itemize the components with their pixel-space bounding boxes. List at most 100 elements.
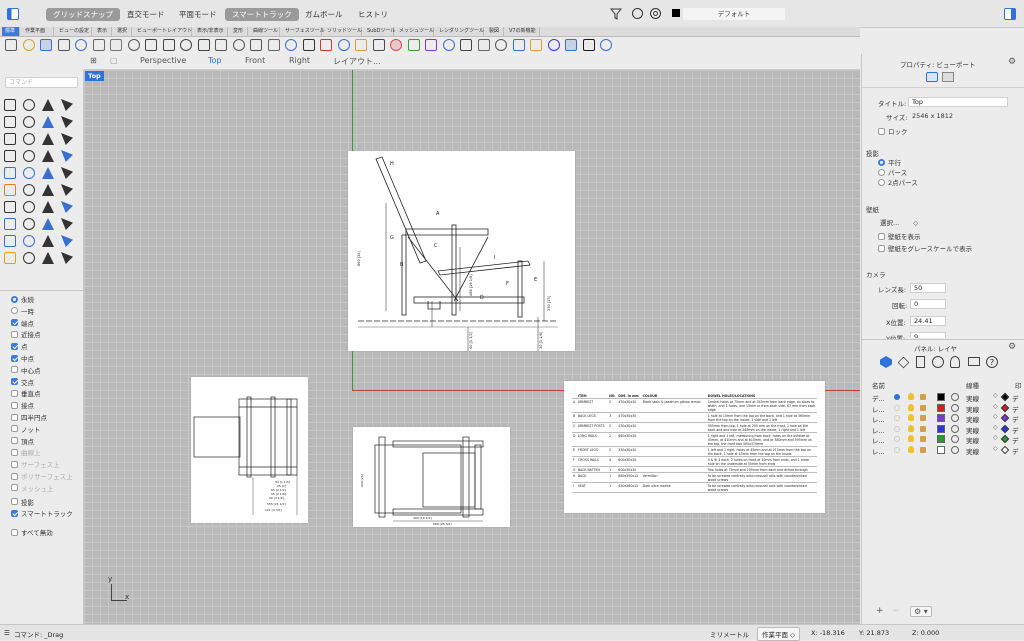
layers-tab-icon[interactable] — [880, 356, 892, 368]
layers-options-icon[interactable]: ⚙ — [1008, 342, 1016, 352]
tool-8-1-icon[interactable] — [23, 235, 35, 247]
command-input[interactable]: コマンド — [5, 77, 78, 88]
smarttrack-toggle[interactable]: スマートトラック — [225, 8, 299, 21]
cube-icon[interactable] — [582, 39, 595, 51]
tool-8-3-icon[interactable] — [61, 235, 73, 247]
materials-icon[interactable] — [425, 39, 437, 51]
tool-1-1-icon[interactable] — [23, 116, 35, 128]
tab-toolbar-5[interactable]: ビューポートレイアウト — [134, 27, 192, 36]
tab-right[interactable]: Right — [289, 56, 310, 65]
shaded-icon[interactable] — [390, 39, 402, 51]
tool-5-3-icon[interactable] — [61, 184, 73, 196]
tool-8-0-icon[interactable] — [4, 235, 16, 247]
tool-2-1-icon[interactable] — [23, 133, 35, 145]
help-icon[interactable] — [600, 39, 612, 51]
viewport-single-icon[interactable]: ▢ — [110, 56, 118, 65]
light-icon[interactable] — [950, 356, 960, 368]
tool-0-1-icon[interactable] — [23, 99, 35, 111]
lock-checkbox[interactable]: ロック — [878, 126, 908, 136]
rotation-field[interactable]: 0 — [910, 299, 946, 309]
osnap-3[interactable]: 近接点 — [11, 329, 41, 339]
title-field[interactable]: Top — [908, 97, 1008, 107]
current-layer-swatch[interactable] — [672, 9, 680, 17]
copy-icon[interactable] — [110, 39, 122, 51]
properties-icon[interactable] — [460, 39, 472, 51]
tool-1-3-icon[interactable] — [61, 116, 73, 128]
tool-9-0-icon[interactable] — [4, 252, 16, 264]
tool-9-1-icon[interactable] — [23, 252, 35, 264]
tool-9-2-icon[interactable] — [42, 252, 54, 264]
tool-1-0-icon[interactable] — [4, 116, 16, 128]
xpos-field[interactable]: 24.41 — [910, 316, 946, 326]
tool-0-0-icon[interactable] — [4, 99, 16, 111]
tab-toolbar-14[interactable]: 製図 — [486, 27, 504, 36]
layer-row[interactable]: レ... 実線 ◇ デ — [862, 434, 1024, 445]
layer-icon[interactable] — [372, 39, 385, 51]
wrench-icon[interactable] — [512, 39, 525, 51]
osnap-8[interactable]: 垂直点 — [11, 388, 41, 398]
grid-icon[interactable] — [355, 39, 367, 51]
tab-toolbar-1[interactable]: 作業平面 — [22, 27, 54, 36]
tool-2-0-icon[interactable] — [4, 133, 16, 145]
sidebar-toggle-right-icon[interactable] — [1004, 8, 1016, 20]
cplane-select[interactable]: 作業平面 ◇ — [757, 627, 801, 641]
render-icon[interactable] — [320, 39, 332, 51]
osnap-9[interactable]: 接点 — [11, 400, 34, 410]
tool-6-0-icon[interactable] — [4, 201, 16, 213]
planar-toggle[interactable]: 平面モード — [172, 8, 224, 21]
save-icon[interactable] — [40, 39, 52, 51]
osnap-0[interactable]: 永続 — [11, 294, 34, 304]
layer-row[interactable]: レ... 実線 ◇ デ — [862, 424, 1024, 435]
wireframe-icon[interactable] — [407, 39, 420, 51]
tab-toolbar-8[interactable]: 曲線ツール — [250, 27, 280, 36]
layer-state-icon[interactable] — [632, 8, 643, 19]
tab-front[interactable]: Front — [245, 56, 265, 65]
remove-layer-button[interactable]: − — [892, 606, 900, 616]
document-icon[interactable] — [916, 356, 925, 368]
top-viewport[interactable]: Top H A G C B I F E D 860 [34] 488 [19 1… — [84, 70, 860, 624]
command-history-icon[interactable]: ☰ — [4, 629, 10, 637]
object-tab-icon[interactable] — [942, 72, 954, 82]
tool-6-3-icon[interactable] — [61, 201, 73, 213]
tab-toolbar-6[interactable]: 表示/非表示 — [194, 27, 228, 36]
gem-icon[interactable] — [547, 39, 560, 51]
osnap-14[interactable]: サーフェス上 — [11, 459, 60, 469]
display-icon[interactable] — [968, 357, 980, 366]
top-view-icon[interactable] — [267, 39, 280, 51]
tool-0-2-icon[interactable] — [42, 99, 54, 111]
tool-7-1-icon[interactable] — [23, 218, 35, 230]
four-view-icon[interactable] — [285, 39, 297, 51]
layer-row[interactable]: レ... 実線 ◇ デ — [862, 445, 1024, 456]
osnap-2[interactable]: 端点 — [11, 318, 34, 328]
osnap-17[interactable]: 投影 — [11, 497, 34, 507]
tool-3-1-icon[interactable] — [23, 150, 35, 162]
tool-7-3-icon[interactable] — [61, 218, 73, 230]
tab-toolbar-3[interactable]: 表示 — [94, 27, 112, 36]
tab-toolbar-12[interactable]: メッシュツール — [396, 27, 434, 36]
tab-top[interactable]: Top — [208, 56, 222, 65]
tool-3-3-icon[interactable] — [61, 150, 73, 162]
camera-tab-icon[interactable] — [926, 72, 938, 82]
new-icon[interactable] — [5, 39, 17, 51]
texture-icon[interactable] — [442, 39, 455, 51]
layer-row[interactable]: デ... 実線 ◇ デ — [862, 392, 1024, 403]
open-icon[interactable] — [22, 39, 35, 51]
osnap-13[interactable]: 曲線上 — [11, 447, 41, 457]
viewport-label[interactable]: Top — [85, 71, 104, 81]
tab-toolbar-10[interactable]: ソリッドツール — [324, 27, 362, 36]
rotate-view-icon[interactable] — [180, 39, 192, 51]
zoom-extents-icon[interactable] — [232, 39, 245, 51]
projection-two-point[interactable]: 2点パース — [878, 177, 918, 187]
grid-snap-toggle[interactable]: グリッドスナップ — [46, 8, 120, 21]
current-layer-field[interactable]: デフォルト — [683, 8, 785, 20]
tool-9-3-icon[interactable] — [61, 252, 73, 264]
import-icon[interactable] — [75, 39, 87, 51]
history-toggle[interactable]: ヒストリ — [351, 8, 395, 21]
osnap-10[interactable]: 四半円点 — [11, 412, 47, 422]
wallpaper-select[interactable]: 選択... ◇ — [880, 217, 918, 227]
tab-toolbar-2[interactable]: ビューの設定 — [56, 27, 92, 36]
osnap-12[interactable]: 頂点 — [11, 436, 34, 446]
osnap-11[interactable]: ノット — [11, 424, 40, 434]
select-all-icon[interactable] — [302, 39, 315, 51]
zoom-icon[interactable] — [197, 39, 210, 51]
